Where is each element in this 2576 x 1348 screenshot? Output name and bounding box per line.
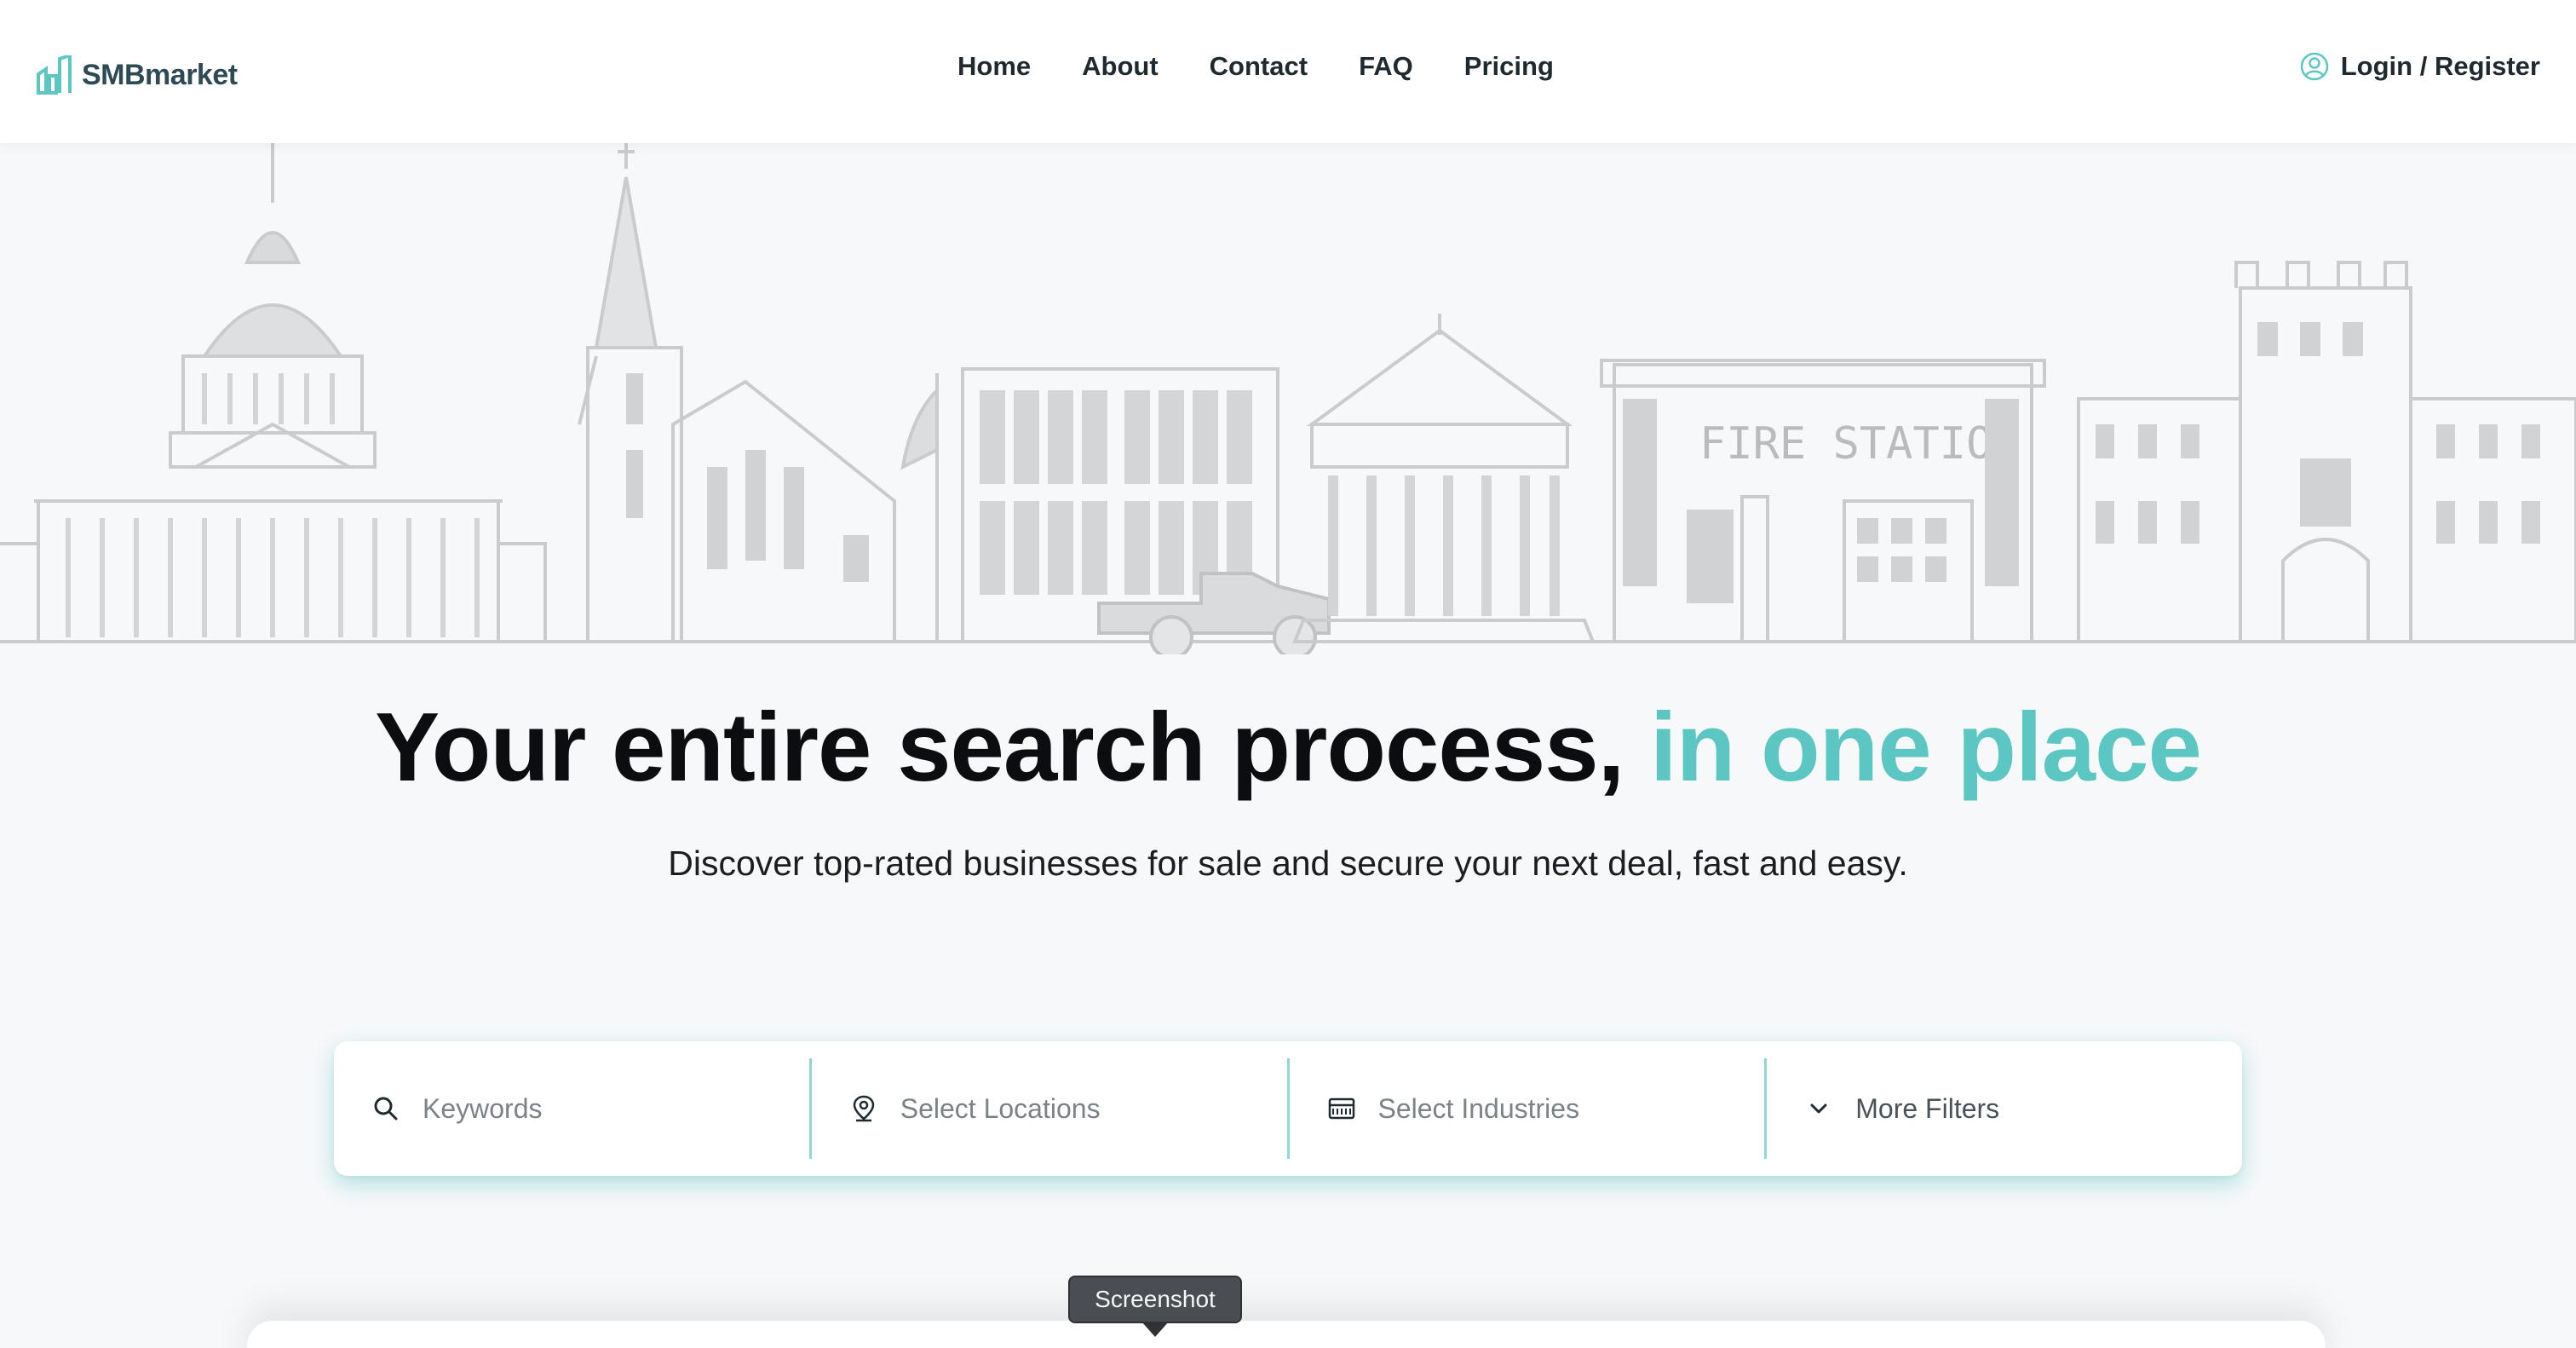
- more-filters-button[interactable]: More Filters: [1764, 1058, 2242, 1159]
- user-circle-icon: [2300, 52, 2328, 81]
- bar-chart-building-icon: [37, 55, 72, 95]
- tooltip-arrow: [1141, 1322, 1169, 1337]
- skyline-sketch-svg: FIRE STATION: [0, 143, 2576, 660]
- nav-link-faq[interactable]: FAQ: [1359, 51, 1413, 82]
- fire-station-sign: FIRE STATION: [1699, 418, 2020, 469]
- search-icon: [374, 1097, 398, 1120]
- more-filters-label: More Filters: [1855, 1092, 2000, 1124]
- top-navbar: SMBmarket Home About Contact FAQ Pricing…: [0, 0, 2576, 143]
- nav-link-contact[interactable]: Contact: [1210, 51, 1308, 82]
- main-nav: Home About Contact FAQ Pricing: [957, 51, 1554, 82]
- map-pin-icon: [853, 1095, 875, 1122]
- content-card-top-edge: [247, 1321, 2326, 1348]
- brand-logo[interactable]: SMBmarket: [36, 53, 238, 97]
- login-label: Login / Register: [2340, 51, 2540, 81]
- login-register-button[interactable]: Login / Register: [2300, 51, 2540, 82]
- headline-accent: in one place: [1650, 694, 2202, 802]
- industries-placeholder: Select Industries: [1377, 1092, 1580, 1124]
- search-bar: Keywords Select Locations Select Industr…: [334, 1041, 2242, 1176]
- keywords-placeholder: Keywords: [423, 1092, 543, 1124]
- chevron-down-icon: [1810, 1103, 1827, 1114]
- hero-headline: Your entire search process, in one place: [0, 692, 2576, 804]
- nav-link-pricing[interactable]: Pricing: [1464, 51, 1554, 82]
- industries-select[interactable]: Select Industries: [1286, 1058, 1765, 1159]
- screenshot-tooltip: Screenshot: [1068, 1276, 1242, 1323]
- headline-main: Your entire search process,: [375, 694, 1624, 802]
- nav-link-about[interactable]: About: [1082, 51, 1159, 82]
- keywords-input[interactable]: Keywords: [334, 1058, 809, 1159]
- brand-name: SMBmarket: [82, 58, 238, 91]
- hero-skyline-illustration: FIRE STATION: [0, 143, 2576, 660]
- storefront-icon: [1328, 1097, 1354, 1120]
- locations-select[interactable]: Select Locations: [808, 1058, 1287, 1159]
- locations-placeholder: Select Locations: [900, 1092, 1101, 1124]
- hero-subheadline: Discover top-rated businesses for sale a…: [668, 844, 1908, 883]
- nav-link-home[interactable]: Home: [957, 51, 1031, 82]
